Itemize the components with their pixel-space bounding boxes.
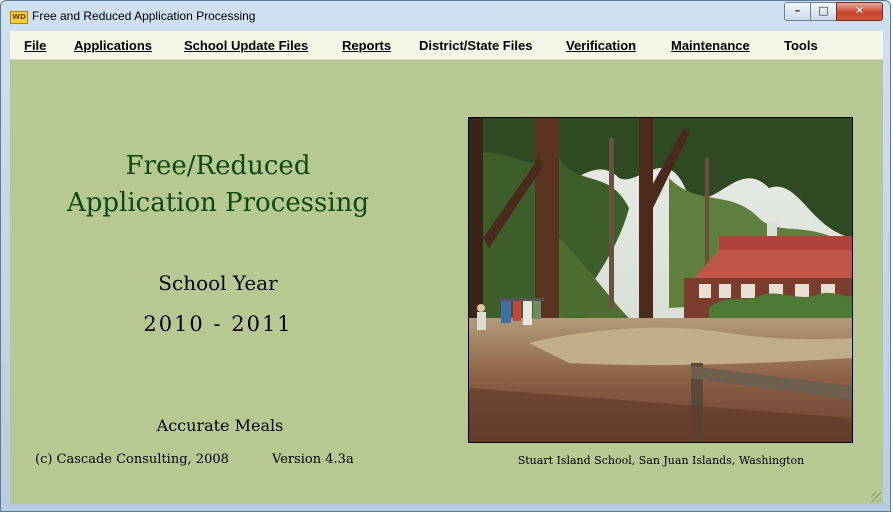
menu-verification[interactable]: Verification [566,38,636,53]
menu-maintenance[interactable]: Maintenance [671,38,750,53]
school-photo-image [469,118,852,442]
app-icon[interactable]: WD [10,11,28,24]
school-photo [468,117,853,443]
menu-bar: File Applications School Update Files Re… [10,31,883,60]
resize-grip[interactable] [871,492,881,502]
school-year-value: 2010 - 2011 [143,312,293,336]
minimize-button[interactable]: – [784,2,811,21]
app-window: WD Free and Reduced Application Processi… [0,0,891,512]
copyright-text: (c) Cascade Consulting, 2008 [35,452,229,467]
menu-tools[interactable]: Tools [784,38,818,53]
menu-applications[interactable]: Applications [74,38,152,53]
photo-caption: Stuart Island School, San Juan Islands, … [517,454,805,467]
product-name: Accurate Meals [156,416,284,435]
school-year-label: School Year [158,271,278,295]
window-title: Free and Reduced Application Processing [32,9,256,23]
menu-district-state-files[interactable]: District/State Files [419,38,532,53]
close-button[interactable]: ✕ [836,2,883,21]
app-heading-line1: Free/Reduced [125,151,311,181]
version-text: Version 4.3a [272,452,354,467]
app-heading-line2: Application Processing [66,188,370,218]
menu-reports[interactable]: Reports [342,38,391,53]
maximize-button[interactable]: □ [810,2,837,21]
splash-panel: Free/Reduced Application Processing Scho… [10,60,883,504]
title-bar[interactable]: WD Free and Reduced Application Processi… [1,1,890,31]
menu-school-update-files[interactable]: School Update Files [184,38,308,53]
menu-file[interactable]: File [24,38,46,53]
